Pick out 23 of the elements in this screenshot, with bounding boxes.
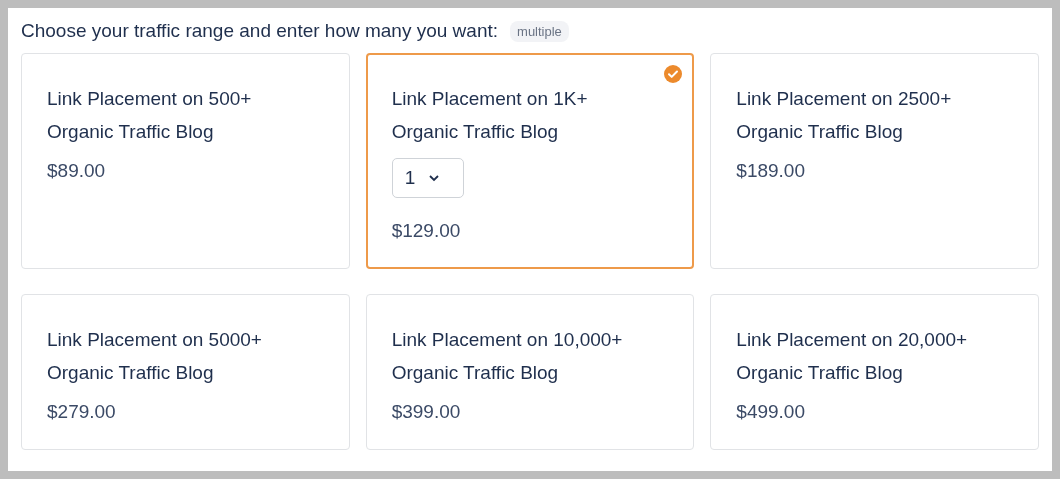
option-card[interactable]: Link Placement on 2500+ Organic Traffic Blog $189.00 <box>710 53 1039 269</box>
option-price: $89.00 <box>47 160 107 182</box>
option-title: Link Placement on 10,000+ Organic Traffic Blog <box>391 328 624 385</box>
option-price: $499.00 <box>736 401 806 423</box>
quantity-select[interactable]: 1 <box>391 158 464 198</box>
option-title: Link Placement on 5000+ Organic Traffic Blog <box>47 328 263 385</box>
multiple-badge: multiple <box>510 20 569 42</box>
option-title: Link Placement on 1K+ Organic Traffic Blog <box>391 87 589 144</box>
option-title: Link Placement on 500+ Organic Traffic Blog <box>47 87 253 144</box>
chevron-down-icon <box>429 174 440 182</box>
check-icon <box>664 65 683 83</box>
option-card[interactable]: Link Placement on 5000+ Organic Traffic Blog $279.00 <box>21 294 350 450</box>
option-card[interactable]: Link Placement on 1K+ Organic Traffic Blog 1 $129.00 <box>365 53 695 269</box>
section-heading: Choose your traffic range and enter how many you want: <box>21 20 499 42</box>
option-card[interactable]: Link Placement on 10,000+ Organic Traffic Blog $399.00 <box>365 294 695 450</box>
option-price: $279.00 <box>47 401 117 423</box>
option-title: Link Placement on 20,000+ Organic Traffic Blog <box>736 328 969 385</box>
option-title: Link Placement on 2500+ Organic Traffic Blog <box>736 87 953 144</box>
option-price: $129.00 <box>391 220 462 242</box>
option-price: $399.00 <box>391 401 462 423</box>
option-card[interactable]: Link Placement on 20,000+ Organic Traffic Blog $499.00 <box>710 294 1039 450</box>
option-price: $189.00 <box>736 160 806 182</box>
option-card[interactable]: Link Placement on 500+ Organic Traffic Blog $89.00 <box>21 53 350 269</box>
